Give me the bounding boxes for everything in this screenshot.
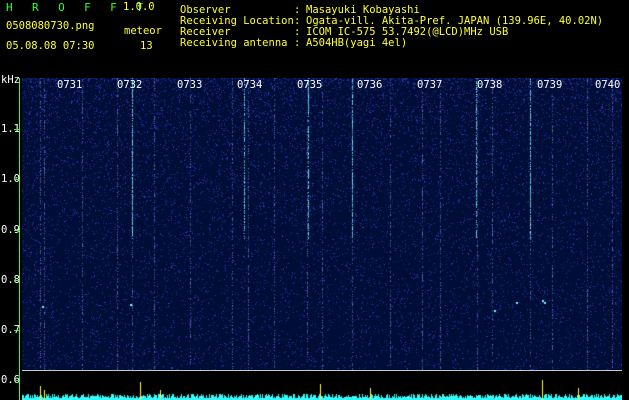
spectrogram-canvas <box>22 78 622 370</box>
station-info-labels: Observer Receiving Location Receiver Rec… <box>180 4 294 49</box>
time-label: 0738 <box>477 79 503 91</box>
signal-level-panel <box>22 372 622 400</box>
time-label: 0732 <box>117 79 143 91</box>
meteor-count: 13 <box>140 40 153 52</box>
app-version: 1.0.0 <box>123 1 155 13</box>
time-label: 0739 <box>537 79 563 91</box>
freq-axis-unit: kHz <box>1 74 20 86</box>
freq-tick <box>14 330 20 331</box>
time-label: 0734 <box>237 79 263 91</box>
meteor-label: meteor <box>124 25 162 37</box>
time-label: 0731 <box>57 79 83 91</box>
signal-level-canvas <box>22 372 622 400</box>
file-name: 0508080730.png <box>6 20 95 32</box>
spectrogram-plot <box>22 78 622 370</box>
capture-datetime: 05.08.08 07:30 <box>6 40 95 52</box>
freq-tick <box>14 280 20 281</box>
time-label: 0735 <box>297 79 323 91</box>
freq-tick <box>14 230 20 231</box>
freq-tick <box>14 380 20 381</box>
freq-tick <box>14 129 20 130</box>
time-label: 0736 <box>357 79 383 91</box>
time-label: 0740 <box>595 79 621 91</box>
time-label: 0737 <box>417 79 443 91</box>
freq-tick <box>14 179 20 180</box>
station-info-colons: : : : : <box>294 4 301 49</box>
time-label: 0733 <box>177 79 203 91</box>
band-top-line <box>22 370 622 371</box>
station-info-values: Masayuki Kobayashi Ogata-vill. Akita-Pre… <box>306 4 604 49</box>
